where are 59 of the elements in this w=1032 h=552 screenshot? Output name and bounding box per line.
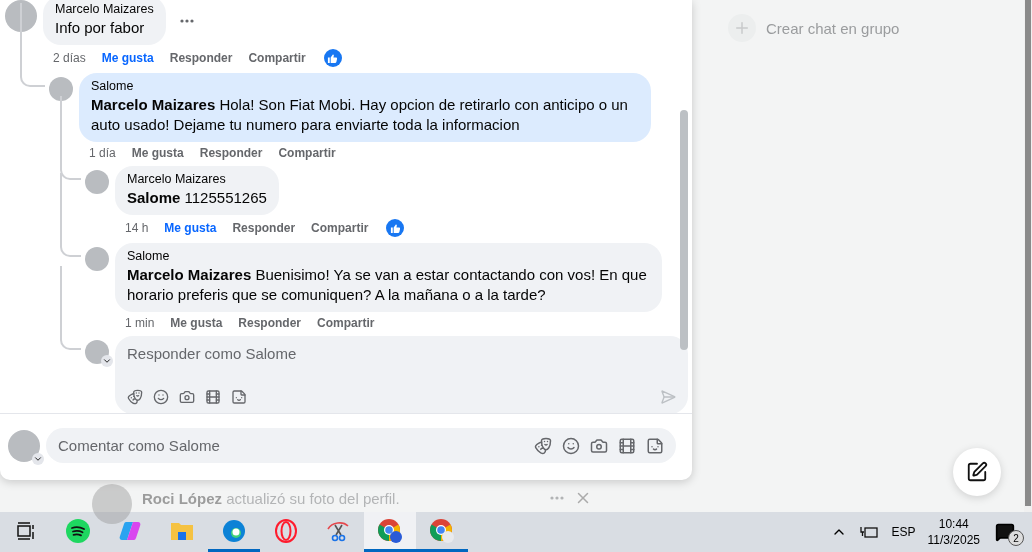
browser-icon [274,518,298,543]
thumbs-up-icon [389,222,401,234]
sticker-icon[interactable] [231,389,247,405]
camera-icon[interactable] [179,389,195,405]
share-link[interactable]: Compartir [248,51,306,65]
comment-text: Marcelo Maizares Hola! Son Fiat Mobi. Hay opcion de retirarlo con anticipo o un auto usado! Dejame tu numero para enviarte toda la informacion [91,95,629,135]
new-message-button[interactable] [953,448,1001,496]
share-link[interactable]: Compartir [311,221,369,235]
notification-text: Roci López actualizó su foto del perfil. [142,489,401,507]
reply-link[interactable]: Responder [199,146,263,160]
emoji-icon[interactable] [153,389,169,405]
plus-icon [733,19,751,37]
scrollbar-thumb[interactable] [1025,0,1031,506]
notifications-button[interactable]: 2 [992,516,1024,548]
compose-icon [966,461,988,483]
comment-input[interactable]: Comentar como Salome [58,437,524,454]
browser-icon [429,517,455,544]
thumbs-up-icon [327,52,339,64]
browser-icon [222,518,246,543]
comment-text: Salome 1125551265 [127,188,267,208]
music-app-icon [66,518,90,543]
comment-author[interactable]: Salome [91,79,639,93]
emoji-icon[interactable] [562,436,580,455]
like-link[interactable]: Me gusta [131,146,184,160]
like-link[interactable]: Me gusta [101,51,154,65]
sticker-icon[interactable] [646,436,664,455]
scrollbar-thumb[interactable] [680,110,688,350]
like-link[interactable]: Me gusta [170,316,223,330]
like-reaction-icon[interactable] [323,49,342,67]
notification-count: 2 [1008,530,1024,546]
comment-text: Marcelo Maizares Buenisimo! Ya se van a estar contactando con vos! En que horario preferis que se comuniquen? A la mañana o a la tarde? [127,265,648,305]
comment-time[interactable]: 1 min [125,316,155,330]
comment-text: Info por fabor [55,18,146,38]
chevron-icon[interactable] [102,356,112,366]
clock-time[interactable]: 10:44 [938,516,969,532]
share-link[interactable]: Compartir [317,316,375,330]
taskbar-app-button[interactable] [364,512,416,552]
comment-time[interactable]: 14 h [125,221,149,235]
like-reaction-icon[interactable] [386,219,405,237]
more-icon[interactable] [179,18,194,23]
reply-box[interactable]: Responder como Salome [115,336,688,413]
comment-author[interactable]: Marcelo Maizares [55,2,154,16]
share-link[interactable]: Compartir [278,146,336,160]
task-view-icon [15,519,37,542]
browser-icon [377,517,403,544]
reply-link[interactable]: Responder [238,316,302,330]
comment-time[interactable]: 1 día [89,146,116,160]
reply-link[interactable]: Responder [232,221,296,235]
comment-time[interactable]: 2 días [53,51,86,65]
comment-author[interactable]: Salome [127,249,650,263]
comment-author[interactable]: Marcelo Maizares [127,172,267,186]
camera-icon[interactable] [590,436,608,455]
language-indicator[interactable]: ESP [891,525,916,539]
reply-link[interactable]: Responder [169,51,233,65]
like-link[interactable]: Me gusta [164,221,217,235]
battery-icon[interactable] [859,525,880,539]
clock-date[interactable]: 11/3/2025 [927,532,980,548]
reply-input[interactable]: Responder como Salome [127,345,676,362]
comment-box[interactable]: Comentar como Salome [46,428,676,463]
